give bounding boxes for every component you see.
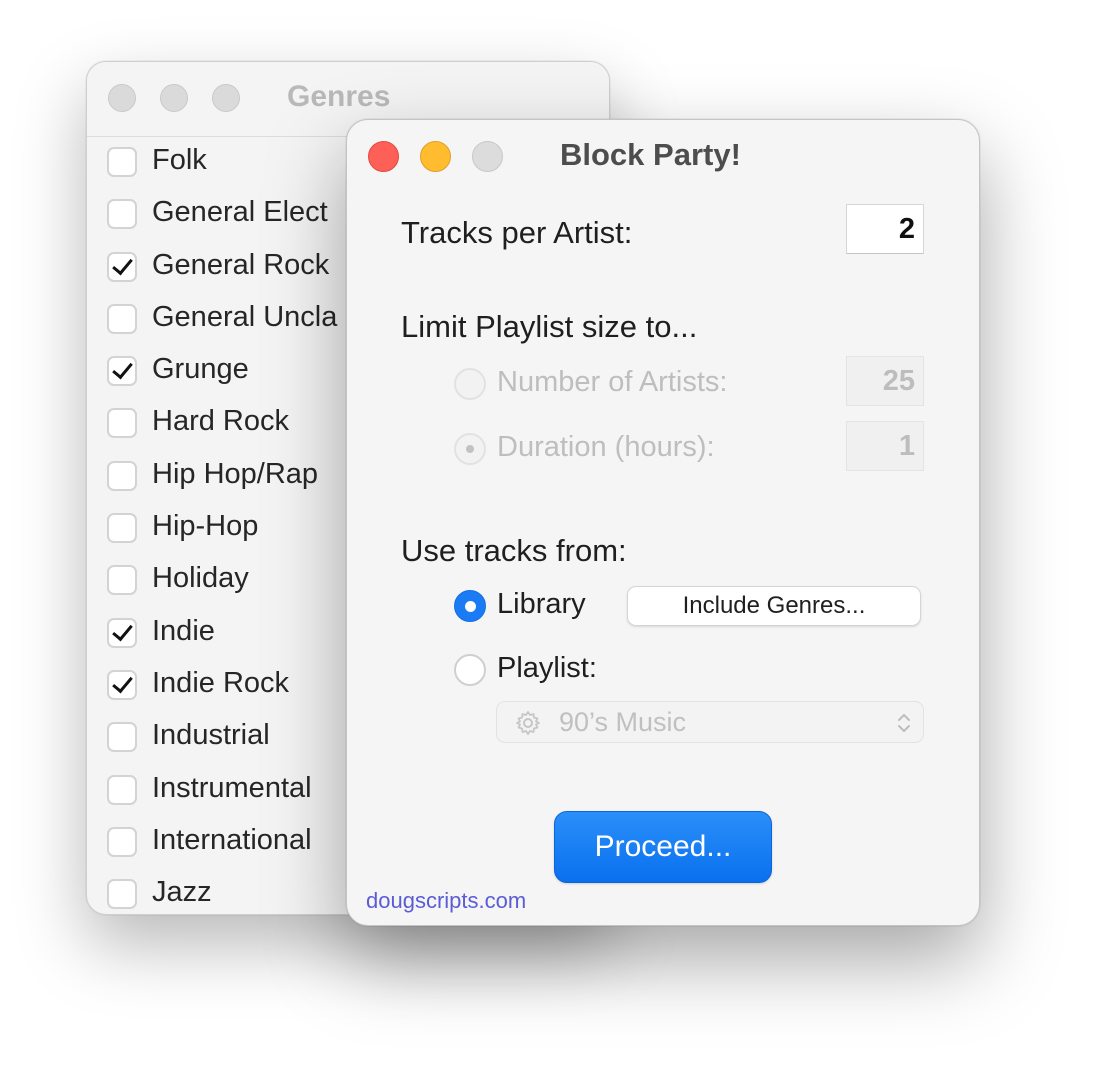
use-tracks-from-label: Use tracks from: — [401, 533, 627, 568]
checkbox[interactable] — [107, 303, 137, 334]
duration-radio[interactable] — [454, 433, 486, 465]
checkbox[interactable] — [107, 147, 137, 177]
tracks-per-artist-field[interactable]: 2 — [846, 204, 924, 254]
playlist-label: Playlist: — [497, 652, 597, 684]
number-of-artists-field[interactable]: 25 — [846, 356, 924, 406]
window-title: Genres — [287, 80, 391, 113]
checkbox[interactable] — [107, 879, 137, 910]
genre-label: Holiday — [152, 562, 249, 595]
genre-label: International — [152, 823, 312, 856]
genre-label: General Rock — [152, 248, 330, 281]
checkbox-checked[interactable] — [107, 669, 137, 700]
genre-label: General Elect — [152, 196, 328, 229]
checkbox[interactable] — [107, 826, 137, 857]
playlist-popup-value: 90’s Music — [559, 707, 687, 737]
window-title: Block Party! — [560, 137, 741, 172]
genre-label: Hard Rock — [152, 405, 289, 438]
checkbox[interactable] — [107, 513, 137, 544]
genre-label: Indie Rock — [152, 666, 290, 699]
genre-label: Jazz — [152, 876, 212, 909]
minimize-button[interactable] — [420, 141, 451, 172]
checkbox[interactable] — [107, 565, 137, 596]
genre-label: Hip-Hop — [152, 510, 259, 543]
checkbox[interactable] — [107, 722, 137, 753]
duration-field[interactable]: 1 — [846, 421, 924, 471]
genre-label: Industrial — [152, 719, 270, 752]
checkbox[interactable] — [107, 774, 137, 805]
genre-label: Instrumental — [152, 771, 312, 804]
proceed-button[interactable]: Proceed... — [554, 811, 772, 883]
zoom-button[interactable] — [472, 141, 503, 172]
block-party-window: Block Party! Tracks per Artist: 2 Limit … — [346, 119, 980, 926]
number-of-artists-label: Number of Artists: — [497, 366, 728, 398]
include-genres-button[interactable]: Include Genres... — [627, 586, 921, 626]
zoom-button[interactable] — [212, 84, 240, 112]
checkbox[interactable] — [107, 408, 137, 439]
genre-label: Grunge — [152, 353, 249, 386]
limit-playlist-label: Limit Playlist size to... — [401, 309, 698, 344]
gear-icon — [516, 711, 540, 735]
genre-label: General Uncla — [152, 300, 338, 333]
dougscripts-link[interactable]: dougscripts.com — [366, 888, 526, 914]
chevron-up-down-icon — [898, 714, 910, 732]
tracks-per-artist-label: Tracks per Artist: — [401, 215, 633, 250]
library-radio[interactable] — [454, 590, 486, 622]
duration-label: Duration (hours): — [497, 431, 715, 463]
playlist-radio[interactable] — [454, 654, 486, 686]
checkbox-checked[interactable] — [107, 251, 137, 282]
playlist-popup[interactable]: 90’s Music — [496, 701, 924, 743]
genre-label: Hip Hop/Rap — [152, 457, 319, 490]
checkbox-checked[interactable] — [107, 617, 137, 648]
minimize-button[interactable] — [160, 84, 188, 112]
checkbox[interactable] — [107, 199, 137, 230]
close-button[interactable] — [368, 141, 399, 172]
genre-label: Indie — [152, 614, 215, 647]
checkbox-checked[interactable] — [107, 356, 137, 387]
number-of-artists-radio[interactable] — [454, 368, 486, 400]
library-label: Library — [497, 588, 586, 620]
genre-label: Folk — [152, 144, 207, 176]
close-button[interactable] — [108, 84, 136, 112]
checkbox[interactable] — [107, 460, 137, 491]
